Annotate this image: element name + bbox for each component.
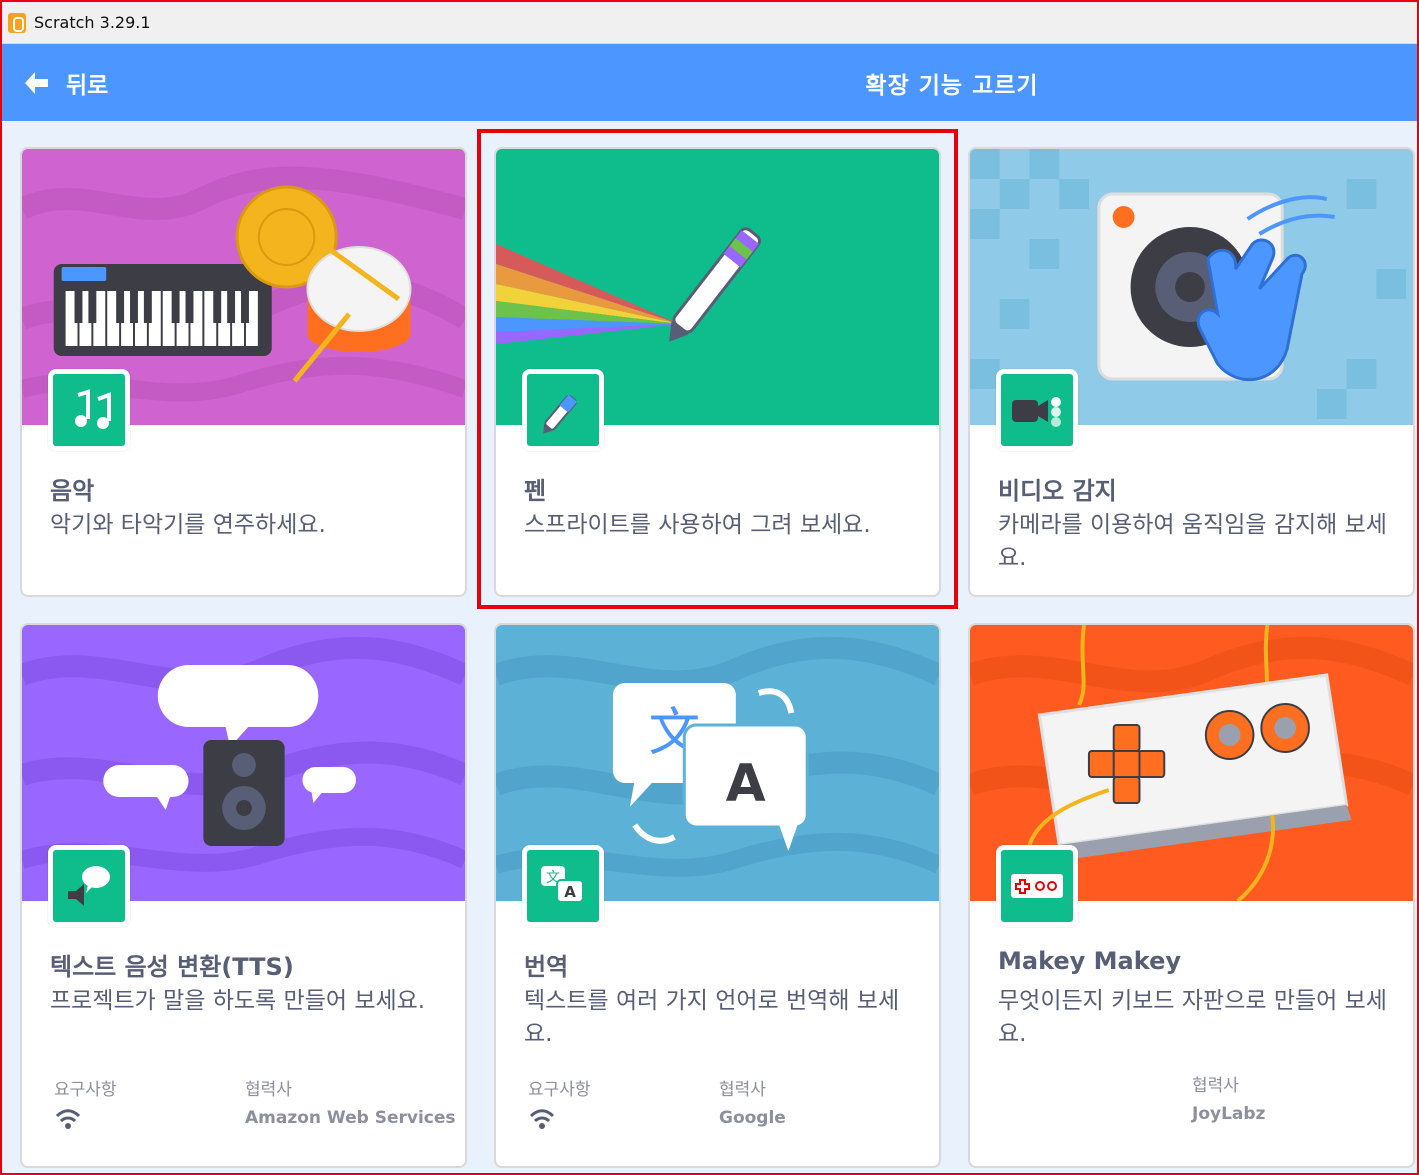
tts-icon-frame <box>48 845 130 927</box>
video-icon-frame <box>996 369 1078 451</box>
wifi-icon <box>55 1109 81 1129</box>
requirements-label: 요구사항 <box>54 1080 117 1100</box>
collaborator-label: 협력사 <box>1192 1076 1239 1096</box>
extension-description: 악기와 타악기를 연주하세요. <box>50 512 326 538</box>
back-label: 뒤로 <box>66 72 109 99</box>
collaborator-name: Google <box>719 1108 786 1128</box>
extension-name: 펜 <box>524 477 547 505</box>
window-titlebar: Scratch 3.29.1 <box>2 2 1417 44</box>
extension-description: 무엇이든지 키보드 자판으로 만들어 보세요. <box>998 988 1387 1047</box>
extension-card-music[interactable]: 음악 악기와 타악기를 연주하세요. <box>20 147 467 597</box>
page-title: 확장 기능 고르기 <box>865 72 1039 99</box>
music-icon-frame <box>48 369 130 451</box>
makey-makey-icon <box>1011 874 1063 898</box>
extension-name: 음악 <box>50 477 95 505</box>
pen-icon <box>543 394 578 434</box>
speech-bubble-icon <box>68 866 110 906</box>
extension-name: Makey Makey <box>998 947 1181 975</box>
extension-description: 텍스트를 여러 가지 언어로 번역해 보세요. <box>524 988 900 1047</box>
extension-name: 비디오 감지 <box>998 477 1117 505</box>
extension-card-makey-makey[interactable]: Makey Makey 무엇이든지 키보드 자판으로 만들어 보세요. 협력사 … <box>968 623 1415 1168</box>
svg-text:A: A <box>726 754 766 814</box>
translate-icon: 文 A <box>541 866 584 903</box>
window-title: Scratch 3.29.1 <box>34 13 151 32</box>
extension-description: 스프라이트를 사용하여 그려 보세요. <box>524 512 871 538</box>
makey-makey-icon-frame <box>996 845 1078 927</box>
extension-card-pen[interactable]: 펜 스프라이트를 사용하여 그려 보세요. <box>494 147 941 597</box>
extension-description: 카메라를 이용하여 움직임을 감지해 보세요. <box>998 512 1387 571</box>
extension-card-text-to-speech[interactable]: 텍스트 음성 변환(TTS) 프로젝트가 말을 하도록 만들어 보세요. 요구사… <box>20 623 467 1168</box>
video-camera-icon <box>1012 397 1061 427</box>
collaborator-name: Amazon Web Services <box>245 1108 456 1128</box>
extension-card-video-sensing[interactable]: 비디오 감지 카메라를 이용하여 움직임을 감지해 보세요. <box>968 147 1415 597</box>
wifi-icon <box>529 1109 555 1129</box>
collaborator-label: 협력사 <box>245 1080 292 1100</box>
translate-icon-frame: 文 A <box>522 845 604 927</box>
pen-icon-frame <box>522 369 604 451</box>
extension-name: 번역 <box>524 953 569 981</box>
music-notes-icon <box>75 389 111 429</box>
svg-text:A: A <box>564 883 576 901</box>
requirements-label: 요구사항 <box>528 1080 591 1100</box>
extension-description: 프로젝트가 말을 하도록 만들어 보세요. <box>50 988 426 1014</box>
extension-card-translate[interactable]: 文 A 文 A 번역 텍스트를 여러 가지 언어로 번역해 보세요. 요구사항 … <box>494 623 941 1168</box>
back-button[interactable]: 뒤로 <box>22 44 108 121</box>
scratch-app-icon <box>8 12 26 33</box>
library-header: 뒤로 확장 기능 고르기 <box>2 44 1417 121</box>
back-arrow-icon <box>25 71 48 94</box>
collaborator-label: 협력사 <box>719 1080 766 1100</box>
extension-name: 텍스트 음성 변환(TTS) <box>50 953 294 981</box>
collaborator-name: JoyLabz <box>1192 1104 1266 1124</box>
